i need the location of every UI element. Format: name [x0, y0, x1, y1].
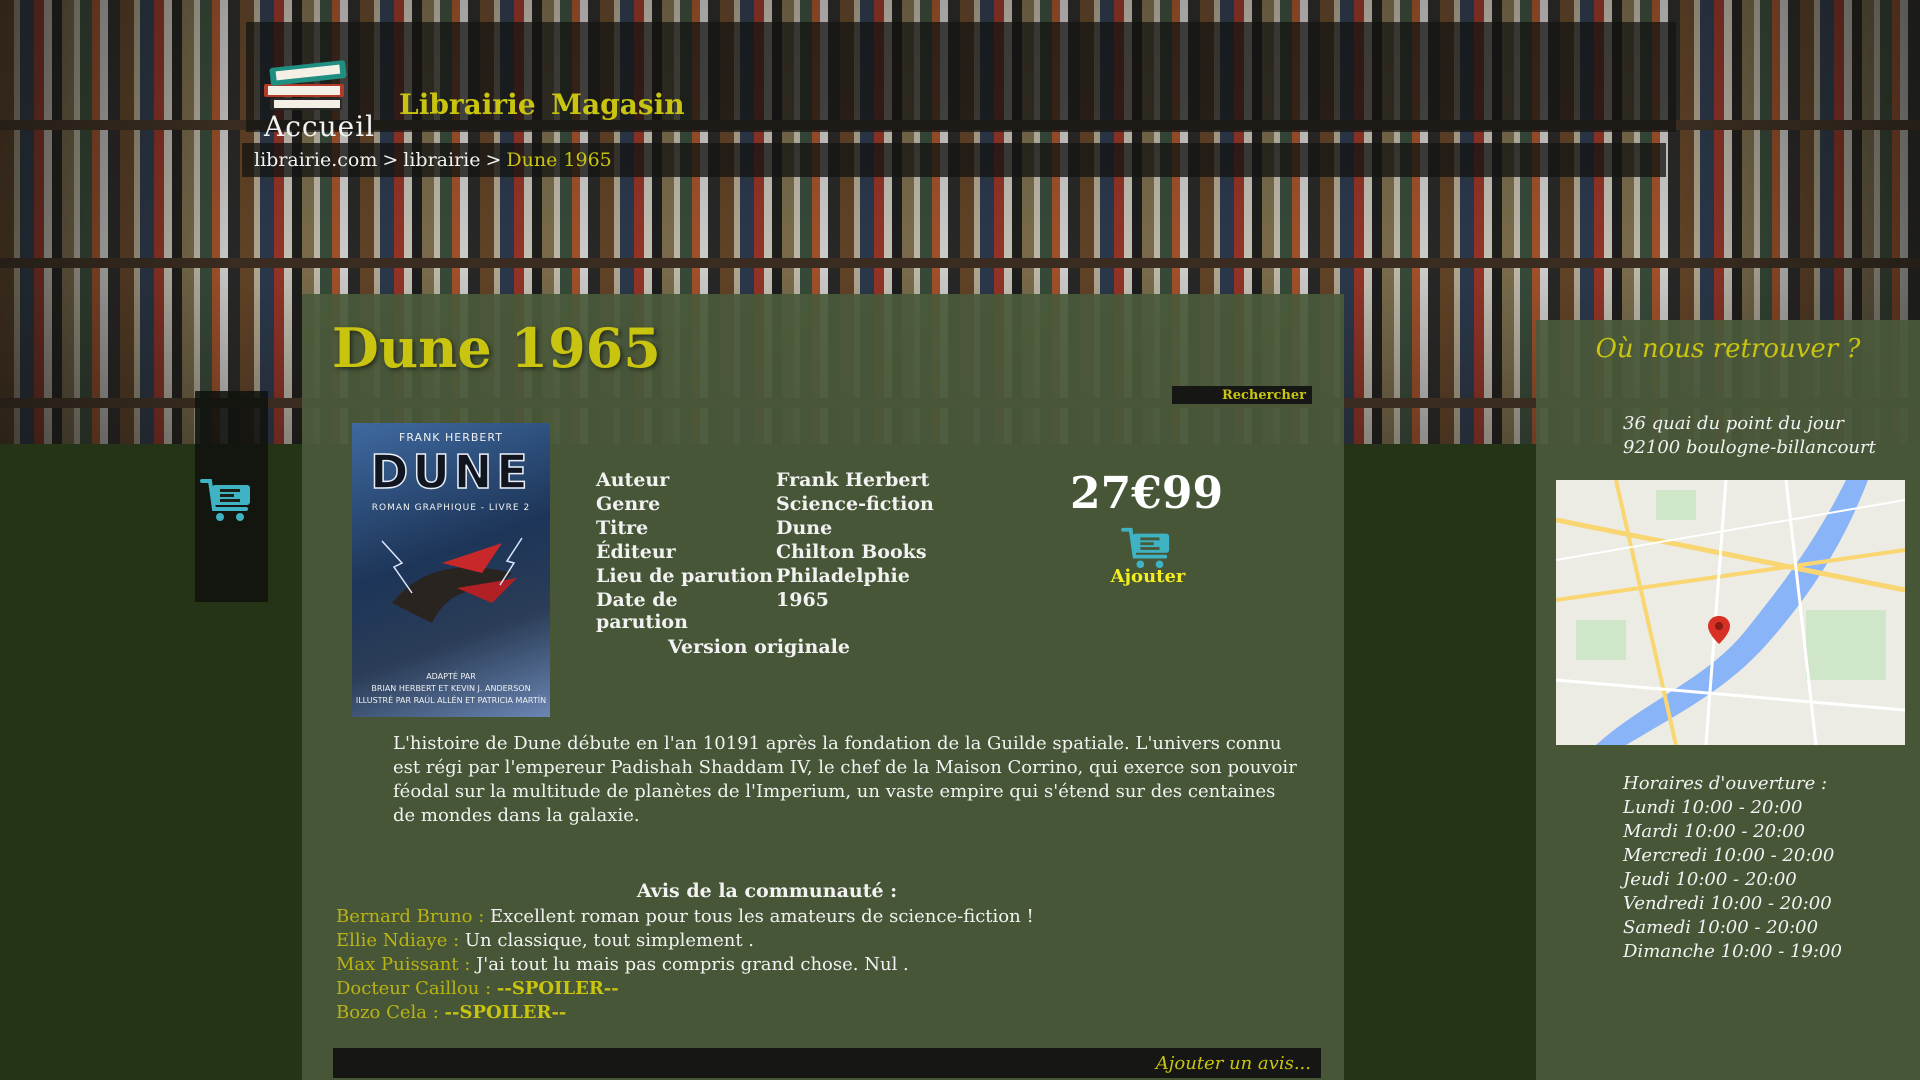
review-author: Docteur Caillou : — [336, 978, 492, 999]
store-map[interactable] — [1556, 480, 1905, 745]
hours-line: Mercredi 10:00 - 20:00 — [1623, 845, 1835, 866]
spec-label: Éditeur — [596, 541, 676, 563]
spec-value: Chilton Books — [776, 541, 927, 563]
home-label: Accueil — [264, 110, 376, 143]
cover-credit-line: ADAPTÉ PAR — [426, 672, 476, 681]
add-review-button[interactable]: Ajouter un avis... — [333, 1048, 1321, 1078]
search-button[interactable]: Rechercher — [1172, 386, 1312, 404]
spec-label: Date de parution — [596, 589, 688, 633]
spec-value: Dune — [776, 517, 833, 539]
hours-line: Mardi 10:00 - 20:00 — [1623, 821, 1806, 842]
review-item: Ellie Ndiaye : Un classique, tout simple… — [336, 929, 1034, 953]
hours-line: Vendredi 10:00 - 20:00 — [1623, 893, 1832, 914]
books-stack-icon — [264, 60, 347, 110]
site-header: Accueil Librairie Magasin — [246, 22, 1676, 143]
nav-magasin[interactable]: Magasin — [551, 88, 685, 121]
location-title: Où nous retrouver ? — [1595, 334, 1861, 364]
breadcrumb-librairie[interactable]: librairie — [403, 149, 480, 171]
opening-hours: Horaires d'ouverture : Lundi 10:00 - 20:… — [1623, 772, 1842, 964]
hours-title: Horaires d'ouverture : — [1623, 773, 1828, 794]
reviews-heading: Avis de la communauté : — [636, 880, 898, 902]
hours-line: Lundi 10:00 - 20:00 — [1623, 797, 1803, 818]
product-panel: Dune 1965 Rechercher FRANK HERBERT DUNE … — [302, 294, 1344, 1080]
review-item: Bozo Cela : --SPOILER-- — [336, 1001, 1034, 1025]
store-address: 36 quai du point du jour 92100 boulogne-… — [1623, 412, 1876, 460]
book-description: L'histoire de Dune débute en l'an 10191 … — [393, 733, 1297, 826]
spec-value: Frank Herbert — [776, 469, 930, 491]
spec-label: Genre — [596, 493, 661, 515]
shelf-plank — [0, 258, 1920, 268]
reviews-list: Bernard Bruno : Excellent roman pour tou… — [336, 905, 1034, 1025]
breadcrumb-separator: > — [485, 149, 502, 171]
cover-subtitle: ROMAN GRAPHIQUE - LIVRE 2 — [371, 503, 531, 513]
cover-author: FRANK HERBERT — [399, 431, 503, 444]
spec-value: Philadelphie — [776, 565, 910, 587]
review-author: Bernard Bruno : — [336, 906, 485, 927]
hours-line: Dimanche 10:00 - 19:00 — [1623, 941, 1842, 962]
breadcrumb-home[interactable]: librairie.com — [254, 149, 377, 171]
cover-credit-line: ILLUSTRÉ PAR RAÚL ALLÉN ET PATRICIA MART… — [355, 696, 547, 705]
cart-sidebar — [195, 391, 268, 602]
location-panel: Où nous retrouver ? 36 quai du point du … — [1536, 320, 1920, 1080]
add-to-cart-button[interactable]: Ajouter — [1108, 524, 1188, 587]
spec-label: Lieu de parution — [596, 565, 773, 587]
review-text: Un classique, tout simplement . — [464, 930, 754, 951]
cover-title: DUNE — [370, 444, 532, 500]
review-author: Bozo Cela : — [336, 1002, 439, 1023]
review-item: Docteur Caillou : --SPOILER-- — [336, 977, 1034, 1001]
spoiler-toggle[interactable]: --SPOILER-- — [445, 1002, 567, 1023]
spec-value: 1965 — [776, 589, 829, 611]
price: 27€99 — [1070, 468, 1224, 519]
shopping-cart-icon[interactable] — [200, 475, 256, 525]
spec-label: Auteur — [596, 469, 670, 491]
nav-librairie[interactable]: Librairie — [399, 88, 536, 121]
edition-label: Version originale — [668, 636, 850, 658]
hours-line: Samedi 10:00 - 20:00 — [1623, 917, 1819, 938]
address-line: 92100 boulogne-billancourt — [1623, 437, 1876, 458]
review-text: J'ai tout lu mais pas compris grand chos… — [476, 954, 909, 975]
review-author: Max Puissant : — [336, 954, 471, 975]
hours-line: Jeudi 10:00 - 20:00 — [1623, 869, 1797, 890]
spec-value: Science-fiction — [776, 493, 934, 515]
shelf-shade — [0, 0, 240, 444]
shopping-cart-icon — [1121, 527, 1170, 569]
review-author: Ellie Ndiaye : — [336, 930, 460, 951]
spec-label: Titre — [596, 517, 649, 539]
address-line: 36 quai du point du jour — [1623, 413, 1844, 434]
review-text: Excellent roman pour tous les amateurs d… — [490, 906, 1034, 927]
breadcrumb: librairie.com > librairie > Dune 1965 — [242, 143, 1666, 177]
review-item: Max Puissant : J'ai tout lu mais pas com… — [336, 953, 1034, 977]
spoiler-toggle[interactable]: --SPOILER-- — [497, 978, 619, 999]
cover-credit-line: BRIAN HERBERT ET KEVIN J. ANDERSON — [371, 684, 531, 693]
home-logo-link[interactable]: Accueil — [256, 40, 374, 143]
page-title: Dune 1965 — [332, 316, 661, 380]
review-item: Bernard Bruno : Excellent roman pour tou… — [336, 905, 1034, 929]
add-to-cart-label: Ajouter — [1110, 566, 1186, 587]
map-graphic — [1556, 480, 1905, 745]
breadcrumb-separator: > — [382, 149, 399, 171]
cover-credits: ADAPTÉ PAR BRIAN HERBERT ET KEVIN J. AND… — [352, 671, 550, 707]
breadcrumb-current: Dune 1965 — [506, 149, 612, 171]
sandworm-illustration — [381, 537, 523, 623]
book-cover: FRANK HERBERT DUNE ROMAN GRAPHIQUE - LIV… — [352, 423, 550, 717]
